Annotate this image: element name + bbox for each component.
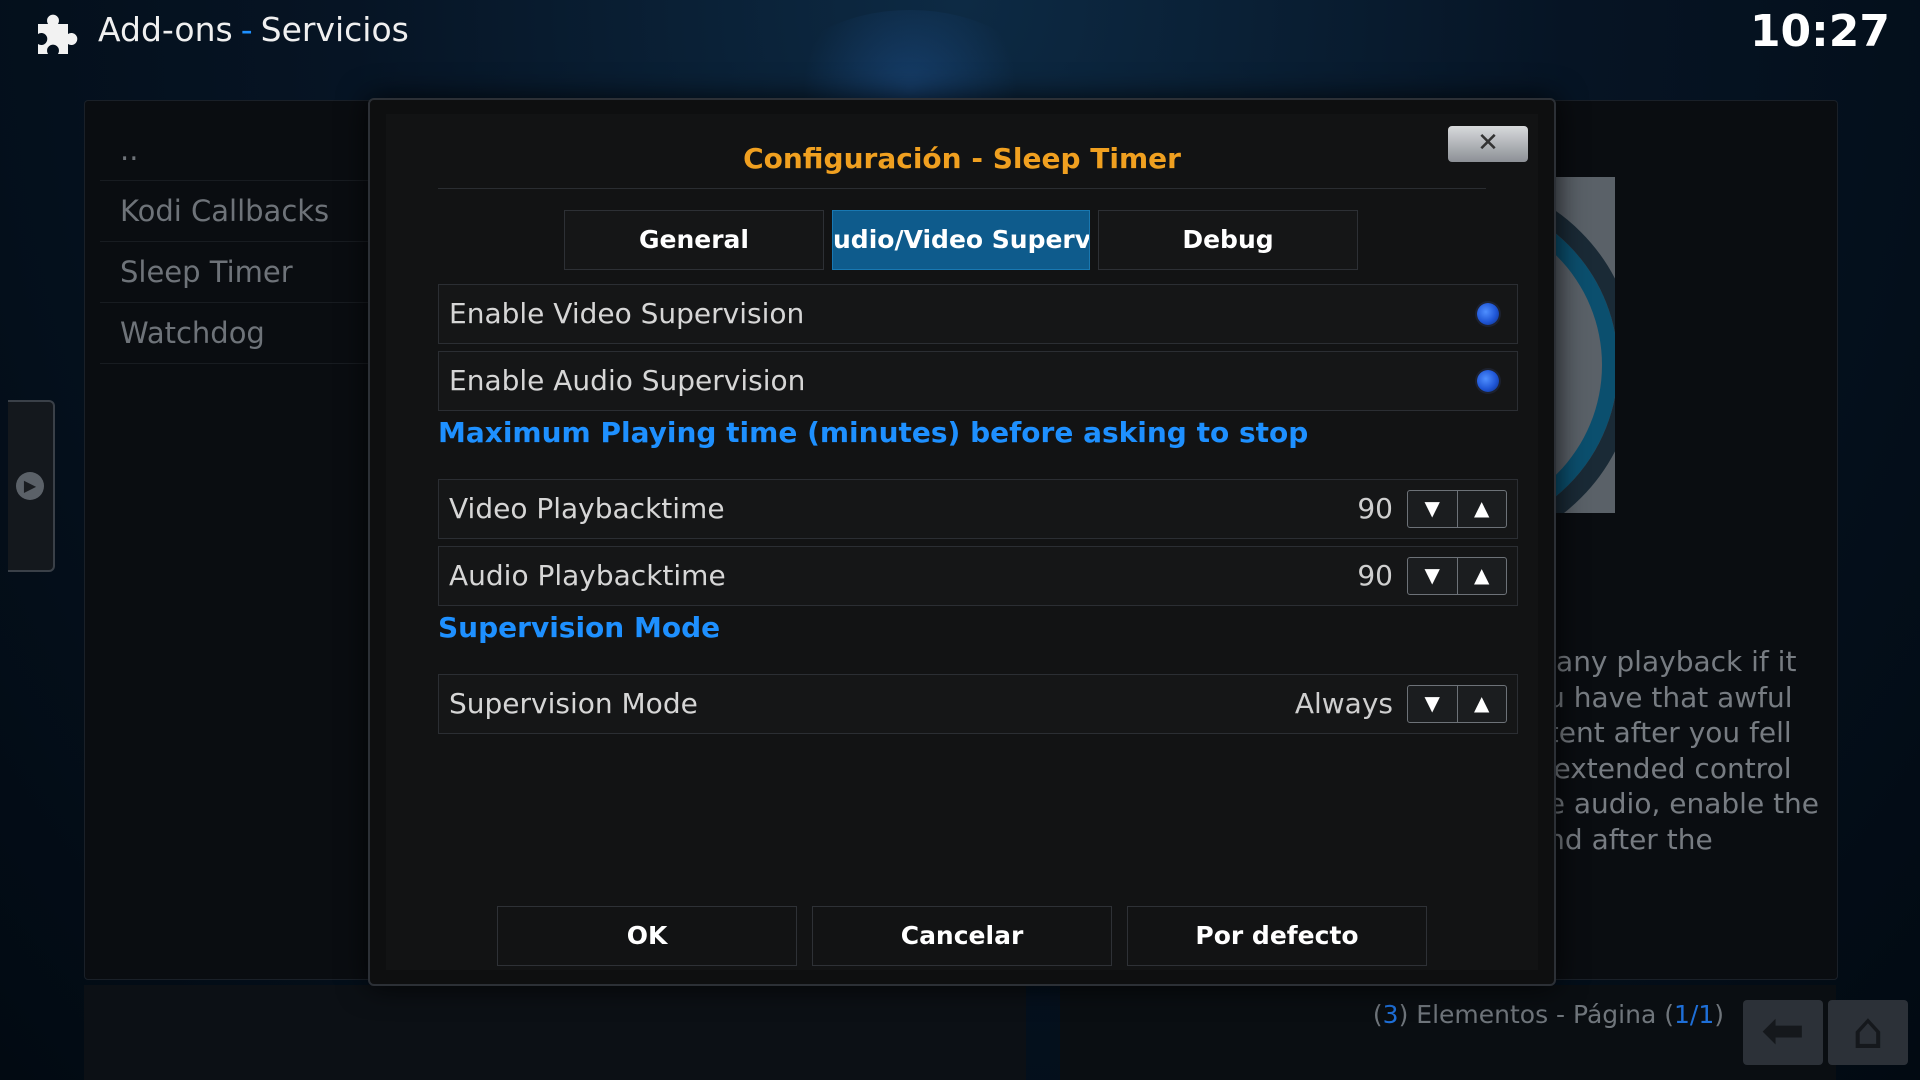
play-arrow-icon: ▶ bbox=[16, 472, 44, 500]
setting-value: 90 bbox=[1357, 492, 1393, 525]
cancel-button[interactable]: Cancelar bbox=[812, 906, 1112, 966]
addon-list: .. Kodi Callbacks Sleep Timer Watchdog bbox=[100, 120, 380, 364]
setting-value: Always bbox=[1294, 687, 1393, 720]
section-heading-mode: Supervision Mode bbox=[438, 611, 721, 644]
setting-enable-video[interactable]: Enable Video Supervision bbox=[438, 284, 1518, 344]
setting-enable-audio[interactable]: Enable Audio Supervision bbox=[438, 351, 1518, 411]
radio-toggle-icon[interactable] bbox=[1477, 303, 1499, 325]
title-divider bbox=[438, 188, 1486, 189]
list-item-watchdog[interactable]: Watchdog bbox=[100, 303, 380, 364]
setting-label: Video Playbacktime bbox=[449, 492, 725, 525]
page-number: 1/1 bbox=[1674, 1000, 1715, 1029]
header: Add-ons - Servicios 10:27 bbox=[0, 0, 1920, 70]
list-item-parent[interactable]: .. bbox=[100, 120, 380, 181]
tab-audio-video-supervision[interactable]: udio/Video Supervis bbox=[832, 210, 1090, 270]
addon-description: o any playback if it ou have that awful … bbox=[1530, 644, 1830, 857]
setting-label: Enable Video Supervision bbox=[449, 297, 805, 330]
description-line: ou have that awful bbox=[1530, 680, 1793, 714]
title-services: Servicios bbox=[260, 10, 409, 49]
value-spinner: ▼ ▲ bbox=[1407, 490, 1507, 528]
back-button[interactable]: ⬅ bbox=[1743, 1000, 1823, 1065]
description-line: s extended control bbox=[1530, 751, 1792, 785]
clock: 10:27 bbox=[1749, 6, 1890, 57]
default-button[interactable]: Por defecto bbox=[1127, 906, 1427, 966]
setting-audio-playbacktime[interactable]: Audio Playbacktime 90 ▼ ▲ bbox=[438, 546, 1518, 606]
close-icon: ✕ bbox=[1477, 128, 1499, 158]
spinner-down-icon[interactable]: ▼ bbox=[1408, 686, 1458, 722]
footer-paren: ( bbox=[1664, 1000, 1674, 1029]
title-separator: - bbox=[240, 10, 253, 49]
spinner-up-icon[interactable]: ▲ bbox=[1458, 558, 1507, 594]
spinner-down-icon[interactable]: ▼ bbox=[1408, 558, 1458, 594]
value-spinner: ▼ ▲ bbox=[1407, 557, 1507, 595]
home-button[interactable]: ⌂ bbox=[1828, 1000, 1908, 1065]
home-icon: ⌂ bbox=[1852, 1002, 1884, 1060]
list-item-kodi-callbacks[interactable]: Kodi Callbacks bbox=[100, 181, 380, 242]
dialog-body: Configuración - Sleep Timer ✕ General ud… bbox=[386, 114, 1538, 970]
bottom-bar-left bbox=[84, 985, 1026, 1080]
description-line: ntent after you fell bbox=[1530, 716, 1792, 749]
setting-value: 90 bbox=[1357, 559, 1393, 592]
value-spinner: ▼ ▲ bbox=[1407, 685, 1507, 723]
ok-button[interactable]: OK bbox=[497, 906, 797, 966]
footer-page-info: (3) Elementos - Página (1/1) bbox=[1373, 1000, 1724, 1029]
setting-label: Enable Audio Supervision bbox=[449, 364, 806, 397]
spinner-down-icon[interactable]: ▼ bbox=[1408, 491, 1458, 527]
settings-dialog: Configuración - Sleep Timer ✕ General ud… bbox=[368, 98, 1556, 986]
spinner-up-icon[interactable]: ▲ bbox=[1458, 491, 1507, 527]
tab-debug[interactable]: Debug bbox=[1098, 210, 1358, 270]
setting-supervision-mode[interactable]: Supervision Mode Always ▼ ▲ bbox=[438, 674, 1518, 734]
description-line: and after the bbox=[1530, 822, 1713, 856]
description-line: he audio, enable the bbox=[1530, 787, 1820, 820]
spinner-up-icon[interactable]: ▲ bbox=[1458, 686, 1507, 722]
footer-paren: ) bbox=[1714, 1000, 1724, 1029]
setting-label: Audio Playbacktime bbox=[449, 559, 726, 592]
side-menu-tab[interactable]: ▶ bbox=[8, 400, 55, 572]
title-addons: Add-ons bbox=[98, 10, 233, 49]
description-line: o any playback if it bbox=[1530, 645, 1797, 678]
dialog-title: Configuración - Sleep Timer bbox=[743, 142, 1181, 175]
setting-video-playbacktime[interactable]: Video Playbacktime 90 ▼ ▲ bbox=[438, 479, 1518, 539]
radio-toggle-icon[interactable] bbox=[1477, 370, 1499, 392]
tab-general[interactable]: General bbox=[564, 210, 824, 270]
item-count: 3 bbox=[1382, 1000, 1399, 1029]
window-title: Add-ons - Servicios bbox=[98, 10, 409, 49]
close-button[interactable]: ✕ bbox=[1448, 126, 1528, 162]
footer-label: Elementos - Página bbox=[1416, 1000, 1657, 1029]
list-item-sleep-timer[interactable]: Sleep Timer bbox=[100, 242, 380, 303]
section-heading-playtime: Maximum Playing time (minutes) before as… bbox=[438, 416, 1309, 449]
footer-paren: ) bbox=[1398, 1000, 1409, 1029]
setting-label: Supervision Mode bbox=[449, 687, 698, 720]
back-arrow-icon: ⬅ bbox=[1761, 1001, 1805, 1061]
footer-paren: ( bbox=[1372, 1000, 1383, 1029]
puzzle-icon bbox=[38, 14, 78, 55]
